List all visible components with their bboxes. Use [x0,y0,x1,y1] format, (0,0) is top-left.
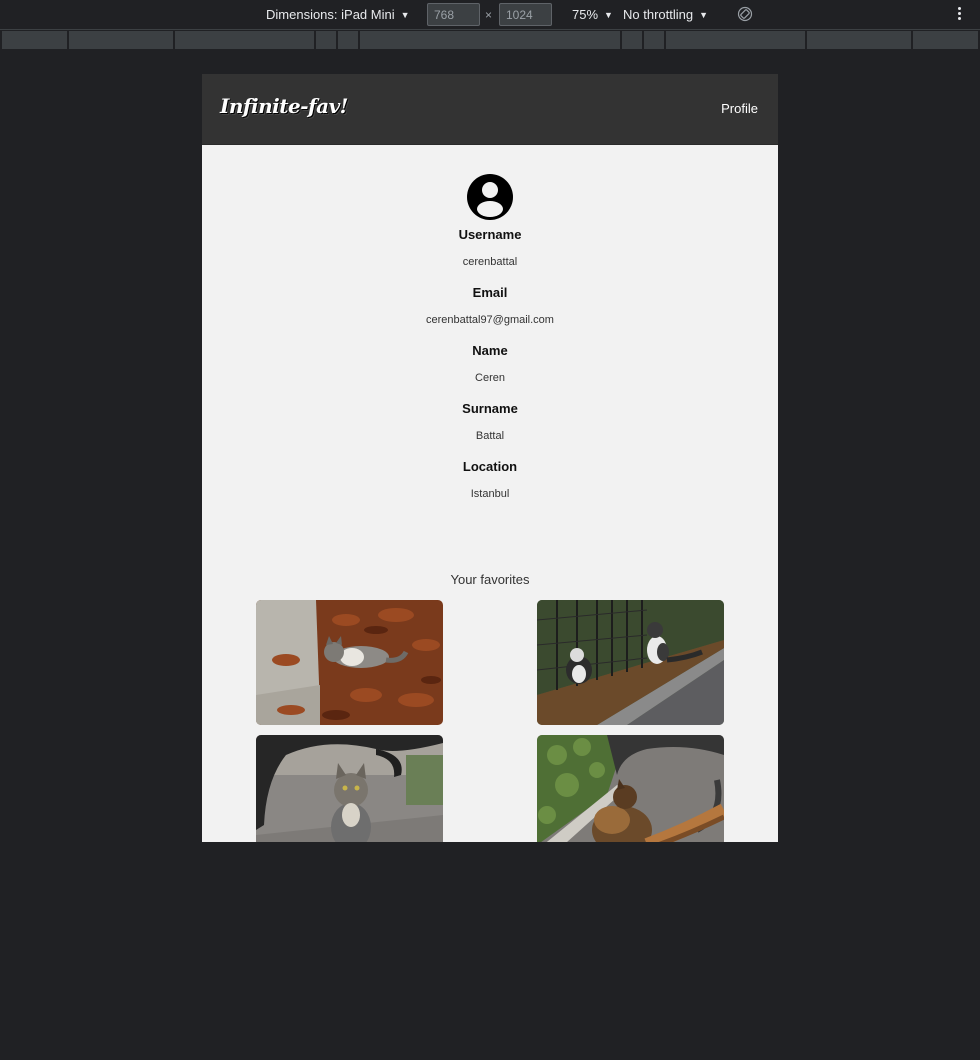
cats-by-fence-photo [537,600,724,725]
times-separator: × [485,8,493,22]
media-query-segment[interactable] [69,31,173,49]
device-dimensions-dropdown[interactable]: Dimensions: iPad Mini ▼ [266,7,410,22]
media-query-bar [0,31,980,50]
favorite-card[interactable] [256,735,443,842]
cat-under-bench-photo [256,735,443,842]
media-query-segment[interactable] [360,31,620,49]
app-logo[interactable]: Infinite-fav! [220,94,348,118]
media-query-segment[interactable] [2,31,67,49]
username-label: Username [458,227,522,242]
favorite-card[interactable] [256,600,443,725]
email-label: Email [472,285,508,300]
more-options-icon[interactable] [955,7,963,23]
cat-in-leaves-photo [256,600,443,725]
nav-profile-link[interactable]: Profile [721,101,758,116]
name-value: Ceren [475,372,505,384]
devtools-device-toolbar: Dimensions: iPad Mini ▼ × 75% ▼ No throt… [0,0,980,30]
media-query-segment[interactable] [175,31,314,49]
ginger-cat-photo [537,735,724,842]
app-header: Infinite-fav! Profile [202,74,778,145]
favorite-card[interactable] [537,735,724,842]
email-value: cerenbattal97@gmail.com [426,314,554,326]
device-dimensions-label: Dimensions: iPad Mini [266,7,395,22]
media-query-segment[interactable] [913,31,978,49]
favorite-card[interactable] [537,600,724,725]
name-label: Name [472,343,508,358]
account-circle-icon [467,174,513,220]
media-query-segment[interactable] [666,31,805,49]
favorites-title: Your favorites [450,572,530,587]
surname-value: Battal [475,430,505,442]
media-query-segment[interactable] [316,31,336,49]
media-query-segment[interactable] [622,31,642,49]
username-value: cerenbattal [462,256,518,268]
zoom-label: 75% [572,7,599,22]
profile-section: Username cerenbattal Email cerenbattal97… [202,145,778,507]
chevron-down-icon: ▼ [604,9,613,20]
location-value: Istanbul [470,488,510,500]
rotate-icon[interactable] [737,6,753,22]
throttling-dropdown[interactable]: No throttling ▼ [623,7,708,22]
zoom-dropdown[interactable]: 75% ▼ [572,7,613,22]
height-input[interactable] [499,3,552,26]
chevron-down-icon: ▼ [699,9,709,20]
surname-label: Surname [462,401,518,416]
throttling-label: No throttling [623,7,694,22]
chevron-down-icon: ▼ [400,9,410,20]
width-input[interactable] [427,3,480,26]
media-query-segment[interactable] [807,31,911,49]
media-query-segment[interactable] [644,31,664,49]
media-query-segment[interactable] [338,31,358,49]
location-label: Location [462,459,518,474]
device-viewport: Infinite-fav! Profile Username cerenbatt… [202,74,778,842]
